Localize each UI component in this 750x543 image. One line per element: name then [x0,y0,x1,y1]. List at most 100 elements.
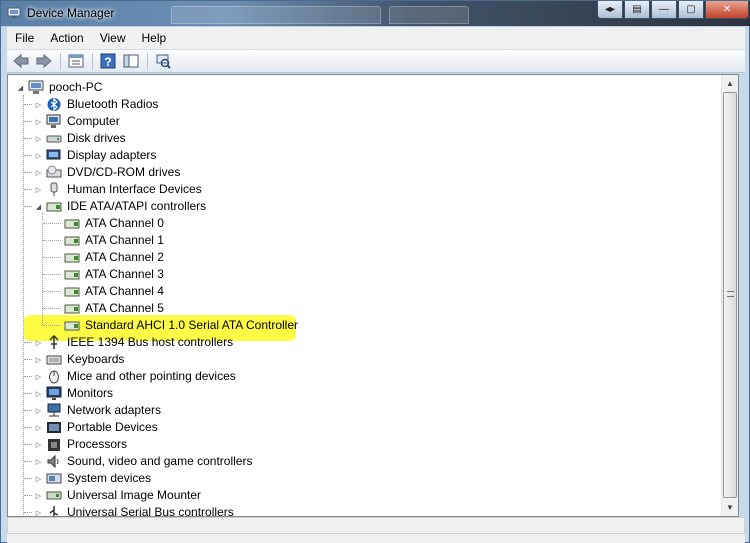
tree-category[interactable]: ▷ Processors [8,436,328,453]
tree-category[interactable]: ▷ IEEE 1394 Bus host controllers [8,334,328,351]
ata-channel-icon [64,270,80,280]
tree-category[interactable]: ◢ IDE ATA/ATAPI controllers [8,198,328,215]
tree-device-label: ATA Channel 5 [85,301,164,315]
device-manager-window: Device Manager ◂▸ ▤ — ▢ ✕ File Action Vi… [0,0,750,543]
back-icon[interactable] [11,52,31,70]
ide-controller-icon [46,202,62,212]
show-hide-tree-icon[interactable] [121,52,141,70]
expand-icon[interactable]: ▷ [34,474,43,483]
dvd-drive-icon [46,165,62,178]
window-list-icon[interactable]: ▤ [624,1,650,19]
tree-connector [24,155,32,156]
minimize-icon[interactable]: — [651,1,677,19]
title-bar[interactable]: Device Manager ◂▸ ▤ — ▢ ✕ [1,1,750,26]
toolbar-separator [147,53,148,69]
tree-device[interactable]: ATA Channel 2 [8,249,328,266]
collapse-icon[interactable]: ◢ [34,202,43,211]
expand-icon[interactable]: ▷ [34,168,43,177]
tree-category[interactable]: ▷ Bluetooth Radios [8,96,328,113]
scrollbar-thumb[interactable] [723,92,737,498]
background-window-tab[interactable] [389,6,469,24]
device-tree[interactable]: ◢ pooch-PC ▷ Bluetooth Radios ▷ Computer ▷ Di… [7,74,739,517]
tree-category-label: Portable Devices [67,420,158,434]
expand-icon[interactable]: ▷ [34,355,43,364]
expand-icon[interactable]: ▷ [34,151,43,160]
tree-category-label: IEEE 1394 Bus host controllers [67,335,234,349]
tree-device[interactable]: ATA Channel 5 [8,300,328,317]
expand-icon[interactable]: ▷ [34,389,43,398]
maximize-icon[interactable]: ▢ [678,1,704,19]
menu-help[interactable]: Help [134,31,175,45]
tree-device[interactable]: ATA Channel 4 [8,283,328,300]
menu-view[interactable]: View [92,31,134,45]
tree-device-label: ATA Channel 2 [85,250,164,264]
expand-icon[interactable]: ▷ [34,457,43,466]
tree-category[interactable]: ▷ System devices [8,470,328,487]
tree-device[interactable]: ATA Channel 3 [8,266,328,283]
tree-category[interactable]: ▷ Computer [8,113,328,130]
expand-icon[interactable]: ▷ [34,491,43,500]
scroll-down-icon[interactable]: ▼ [722,499,738,516]
tree-connector [24,376,32,377]
tree-category[interactable]: ▷ Display adapters [8,147,328,164]
expand-icon[interactable]: ▷ [34,134,43,143]
vertical-scrollbar[interactable]: ▲ ▼ [721,75,738,516]
system-devices-icon [46,473,62,484]
tree-device-label: ATA Channel 3 [85,267,164,281]
mouse-icon [49,370,59,384]
scroll-up-icon[interactable]: ▲ [722,75,738,92]
scan-hardware-icon[interactable] [153,52,173,70]
close-icon[interactable]: ✕ [705,1,749,19]
menu-file[interactable]: File [7,31,42,45]
toolbar: ? [7,49,745,73]
computer-icon [46,114,61,128]
tree-connector [24,495,32,496]
tree-category[interactable]: ▷ Universal Serial Bus controllers [8,504,328,517]
tree-category[interactable]: ▷ Mice and other pointing devices [8,368,328,385]
ata-channel-icon [64,236,80,246]
background-window-tab[interactable] [171,6,381,24]
tree-category[interactable]: ▷ DVD/CD-ROM drives [8,164,328,181]
tree-connector [43,240,61,241]
tree-category[interactable]: ▷ Human Interface Devices [8,181,328,198]
expand-icon[interactable]: ▷ [34,440,43,449]
expand-icon[interactable]: ▷ [34,100,43,109]
tree-device[interactable]: ATA Channel 0 [8,215,328,232]
tree-connector [24,121,32,122]
tree-connector [24,410,32,411]
forward-icon[interactable] [34,52,54,70]
tree-device[interactable]: Standard AHCI 1.0 Serial ATA Controller [8,317,328,334]
computer-root-icon [28,80,44,94]
root-label: pooch-PC [49,80,103,94]
expand-icon[interactable]: ▷ [34,406,43,415]
expand-icon[interactable]: ▷ [34,338,43,347]
tree-category[interactable]: ▷ Keyboards [8,351,328,368]
menu-action[interactable]: Action [42,31,91,45]
expand-icon[interactable]: ▷ [34,185,43,194]
help-icon[interactable]: ? [98,52,118,70]
expand-icon[interactable]: ▷ [34,372,43,381]
ata-channel-icon [64,304,80,314]
tree-connector [24,444,32,445]
properties-icon[interactable] [66,52,86,70]
tree-category[interactable]: ▷ Universal Image Mounter [8,487,328,504]
horizontal-scrollbar[interactable] [7,517,745,534]
expand-icon[interactable]: ▷ [34,423,43,432]
tree-connector [24,512,32,513]
tree-category[interactable]: ▷ Network adapters [8,402,328,419]
usb-icon [49,506,59,516]
tree-category-label: Display adapters [67,148,157,162]
expand-icon[interactable]: ▷ [34,117,43,126]
tree-category-label: System devices [67,471,152,485]
expand-icon[interactable]: ▷ [34,508,43,517]
portable-device-icon [47,422,61,433]
restore-arrows-icon[interactable]: ◂▸ [597,1,623,19]
tree-category[interactable]: ▷ Monitors [8,385,328,402]
tree-device[interactable]: ATA Channel 1 [8,232,328,249]
menu-bar: File Action View Help [7,27,745,49]
tree-category[interactable]: ▷ Sound, video and game controllers [8,453,328,470]
collapse-icon[interactable]: ◢ [16,83,25,92]
tree-root[interactable]: ◢ pooch-PC [8,79,308,96]
tree-category[interactable]: ▷ Disk drives [8,130,328,147]
tree-category[interactable]: ▷ Portable Devices [8,419,328,436]
